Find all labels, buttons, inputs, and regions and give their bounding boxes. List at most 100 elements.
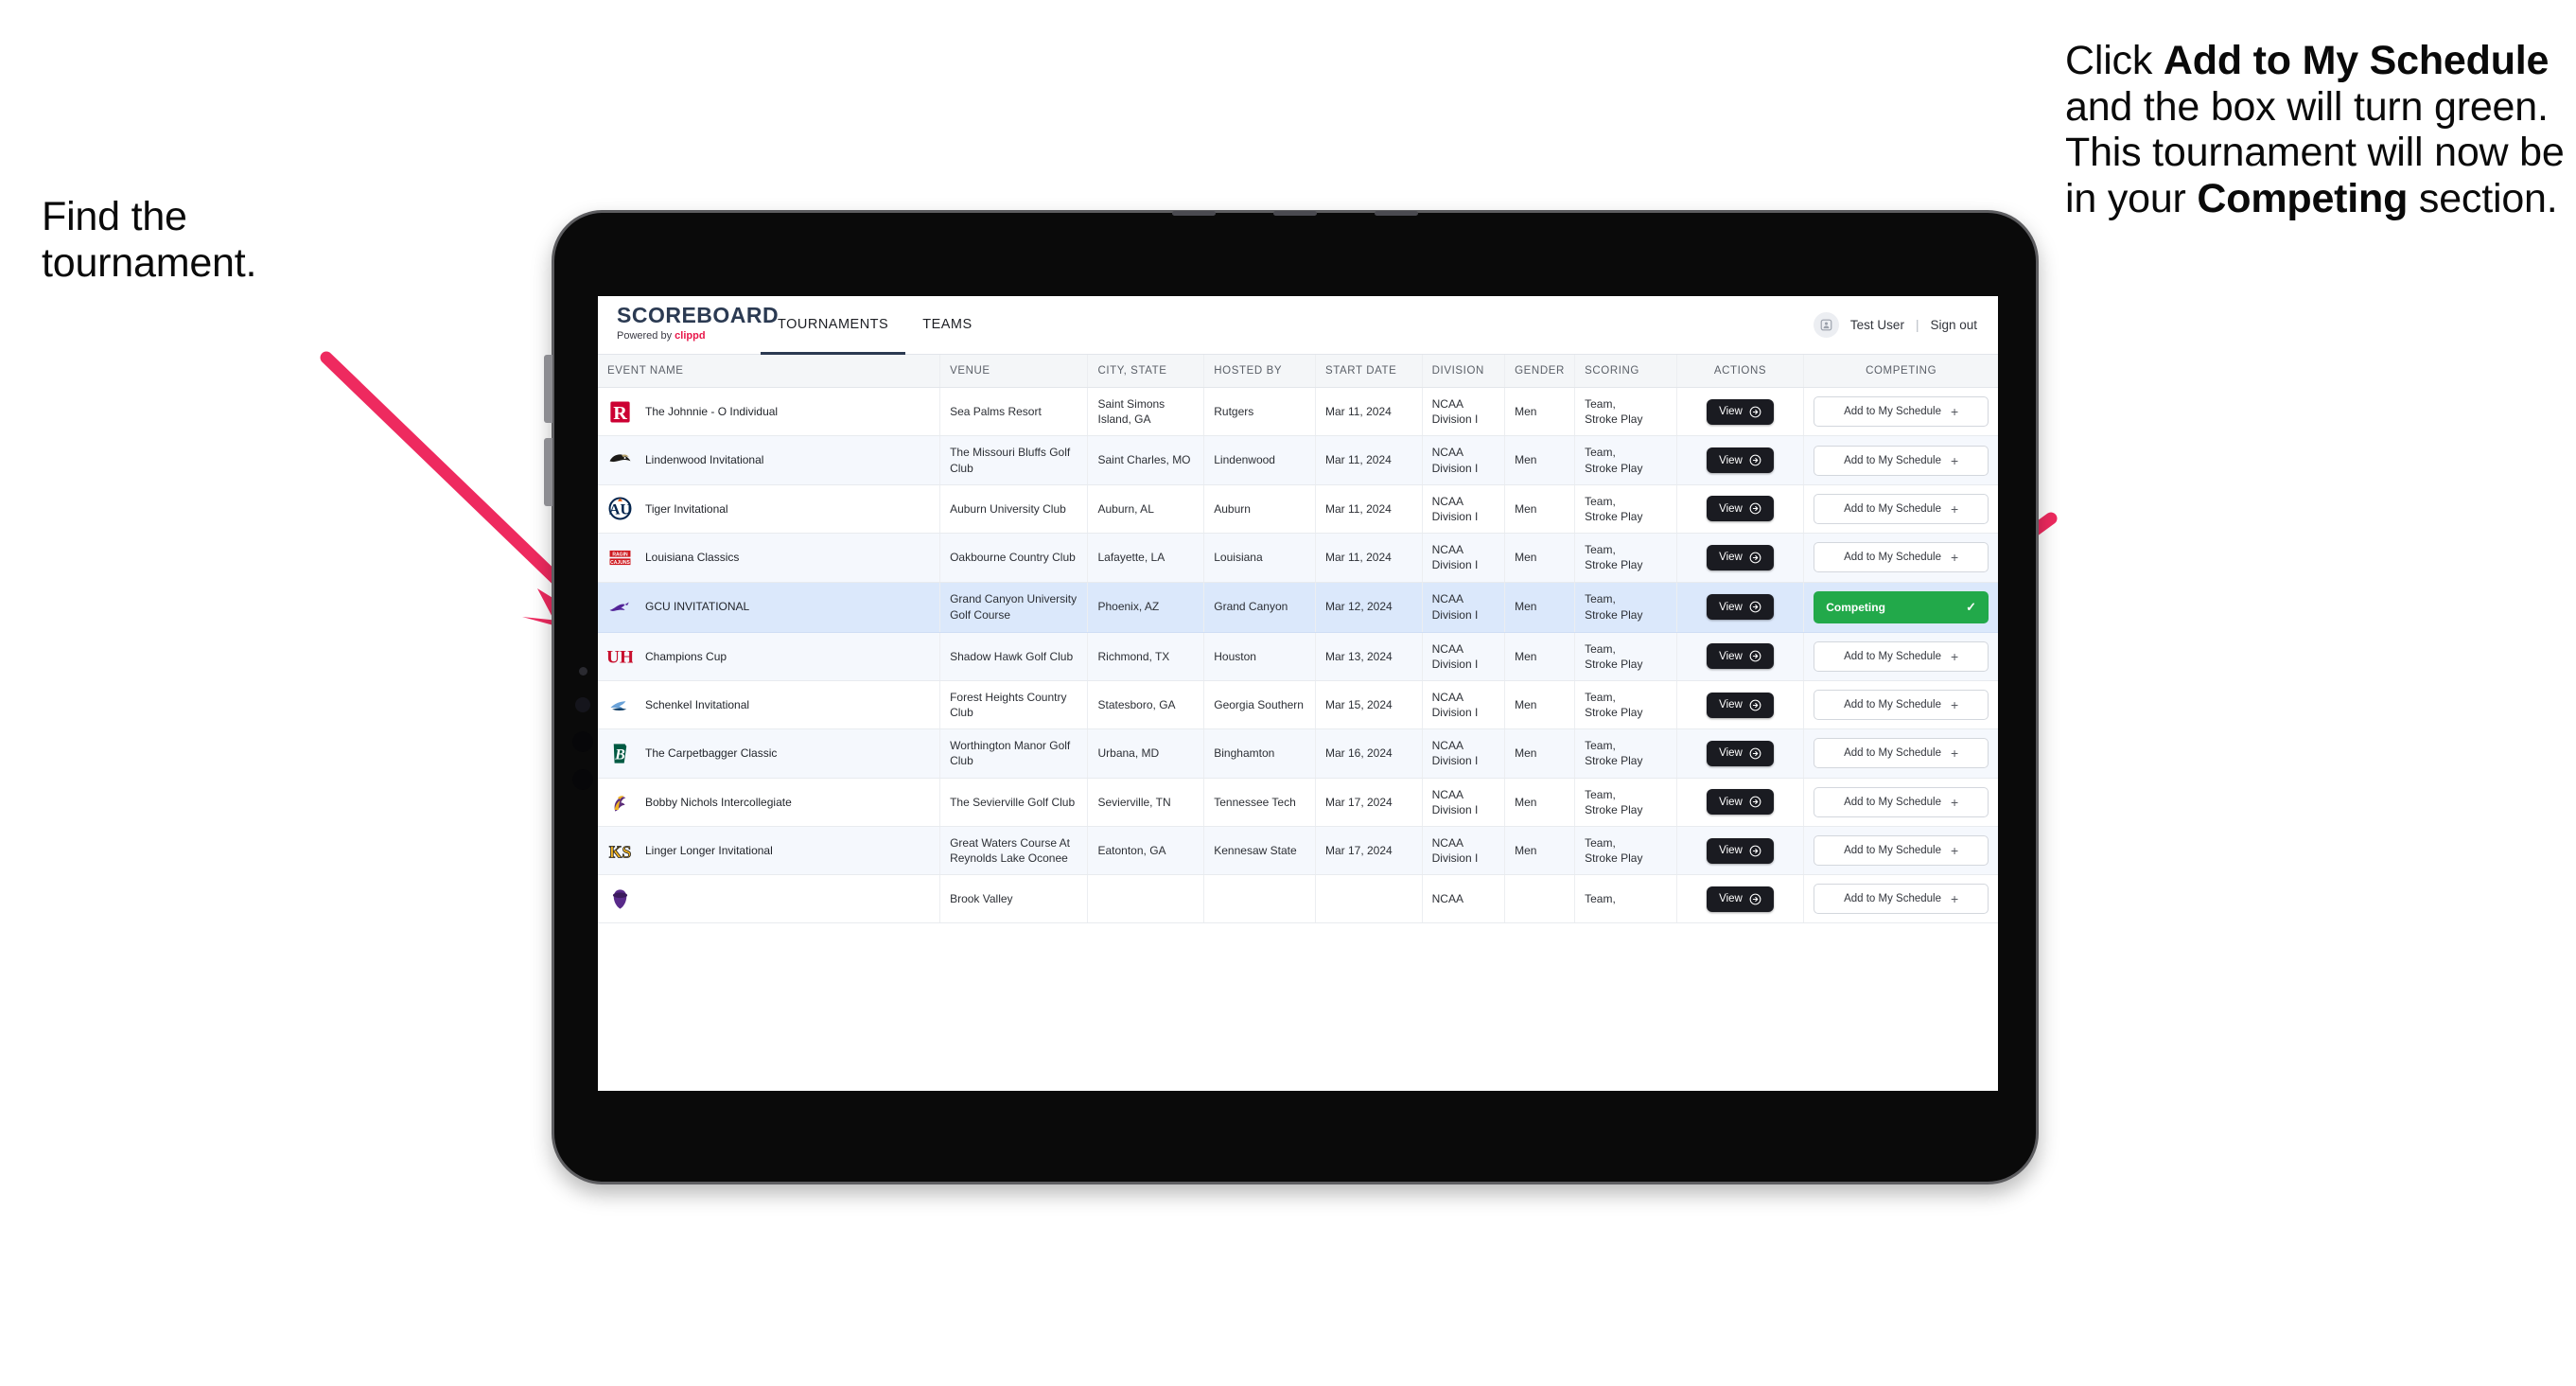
event-name-text: Tiger Invitational [645,501,728,516]
add-to-my-schedule-button[interactable]: Add to My Schedule + [1814,690,1989,721]
arrow-circle-right-icon [1749,406,1761,418]
tab-teams[interactable]: TEAMS [905,296,989,355]
arrow-circle-right-icon [1749,747,1761,760]
cell-start-date: Mar 11, 2024 [1315,484,1423,535]
cell-event-name: R The Johnnie - O Individual [598,387,941,437]
view-button[interactable]: View [1707,692,1774,718]
svg-text:RAGIN: RAGIN [612,552,628,557]
plus-icon: + [1950,891,1959,907]
table-row[interactable]: Brook Valley NCAA Team, View Add to My Sched… [598,874,1998,924]
tournaments-table-scroll[interactable]: EVENT NAME VENUE CITY, STATE HOSTED BY S… [598,355,1998,1091]
cell-venue: Forest Heights Country Club [939,680,1089,730]
cell-city-state: Eatonton, GA [1087,826,1205,876]
table-row[interactable]: Lindenwood Invitational The Missouri Bluf… [598,435,1998,485]
view-button[interactable]: View [1707,544,1774,570]
table-row[interactable]: Bobby Nichols Intercollegiate The Sevierv… [598,778,1998,828]
cell-start-date: Mar 16, 2024 [1315,728,1423,779]
sign-out-link[interactable]: Sign out [1930,318,1977,332]
cell-division: NCAA Division I [1422,387,1506,437]
table-row[interactable]: B The Carpetbagger Classic Worthington Man… [598,728,1998,779]
add-to-my-schedule-button[interactable]: Add to My Schedule + [1814,786,1989,817]
view-label: View [1719,845,1743,857]
view-label: View [1719,650,1743,662]
cell-scoring: Team, Stroke Play [1574,582,1677,633]
table-row[interactable]: R The Johnnie - O Individual Sea Palms Res… [598,387,1998,437]
add-to-my-schedule-button[interactable]: Add to My Schedule + [1814,493,1989,524]
plus-icon: + [1950,843,1959,859]
cell-competing: Add to My Schedule + [1803,680,1998,730]
cell-division: NCAA Division I [1422,582,1506,633]
view-button[interactable]: View [1707,789,1774,816]
col-city-state: CITY, STATE [1087,355,1205,388]
view-button[interactable]: View [1707,496,1774,522]
add-to-my-schedule-button[interactable]: Add to My Schedule + [1814,738,1989,769]
view-label: View [1719,747,1743,760]
cell-actions: View [1676,826,1805,876]
cell-start-date: Mar 17, 2024 [1315,826,1423,876]
table-header: EVENT NAME VENUE CITY, STATE HOSTED BY S… [598,355,1998,388]
table-row[interactable]: RAGIN CAJUNS Louisiana Classics Oakbourne C… [598,533,1998,583]
svg-text:CAJUNS: CAJUNS [610,560,630,566]
header-separator: | [1915,318,1919,332]
brand-title: SCOREBOARD [617,303,780,327]
cell-scoring: Team, Stroke Play [1574,778,1677,828]
cell-city-state [1087,874,1205,924]
plus-icon: + [1950,746,1959,762]
cell-venue: Sea Palms Resort [939,387,1089,437]
tablet-volume-down-button[interactable] [544,438,552,506]
competing-badge[interactable]: Competing ✓ [1814,590,1989,623]
view-button[interactable]: View [1707,594,1774,620]
svg-text:B: B [614,746,625,763]
rutgers-r-logo: R [607,399,633,425]
plus-icon: + [1950,550,1959,566]
view-button[interactable]: View [1707,643,1774,670]
view-button[interactable]: View [1707,447,1774,474]
cell-event-name: KS Linger Longer Invitational [598,826,941,876]
cell-actions: View [1676,728,1805,779]
arrow-circle-right-icon [1749,454,1761,466]
arrow-circle-right-icon [1749,503,1761,515]
add-to-my-schedule-button[interactable]: Add to My Schedule + [1814,445,1989,476]
table-row[interactable]: AU Tiger Invitational Auburn University Cl… [598,484,1998,535]
add-to-my-schedule-button[interactable]: Add to My Schedule + [1814,884,1989,915]
view-button[interactable]: View [1707,740,1774,766]
cell-competing: Add to My Schedule + [1803,826,1998,876]
table-row[interactable]: UH Champions Cup Shadow Hawk Golf Club Rich… [598,632,1998,681]
tablet-sensor-dot [579,667,587,675]
view-button[interactable]: View [1707,886,1774,912]
cell-competing: Add to My Schedule + [1803,484,1998,535]
cell-city-state: Sevierville, TN [1087,778,1205,828]
add-to-my-schedule-button[interactable]: Add to My Schedule + [1814,640,1989,672]
view-button[interactable]: View [1707,837,1774,864]
georgia-southern-eagles-logo [607,693,633,718]
annotation-add-to-schedule: Click Add to My Schedule and the box wil… [2065,38,2576,221]
event-name-text: Linger Longer Invitational [645,844,773,858]
tablet-volume-up-button[interactable] [544,355,552,423]
add-to-my-schedule-button[interactable]: Add to My Schedule + [1814,835,1989,867]
avatar[interactable] [1813,312,1839,338]
cell-gender [1504,874,1576,924]
tablet-lens-dot-2 [572,769,593,790]
view-button[interactable]: View [1707,398,1774,425]
binghamton-b-logo: B [607,741,633,766]
table-row[interactable]: Schenkel Invitational Forest Heights Coun… [598,680,1998,730]
arrow-circle-right-icon [1749,796,1761,808]
annotation-right-seg5: section. [2408,175,2558,221]
cell-event-name: RAGIN CAJUNS Louisiana Classics [598,533,941,583]
add-to-my-schedule-label: Add to My Schedule [1844,650,1941,662]
add-to-my-schedule-button[interactable]: Add to My Schedule + [1814,396,1989,428]
add-to-my-schedule-label: Add to My Schedule [1844,502,1941,515]
tab-tournaments[interactable]: TOURNAMENTS [761,296,906,355]
cell-actions: View [1676,484,1805,535]
add-to-my-schedule-button[interactable]: Add to My Schedule + [1814,542,1989,573]
cell-competing: Add to My Schedule + [1803,728,1998,779]
table-row[interactable]: KS Linger Longer Invitational Great Waters… [598,826,1998,876]
view-label: View [1719,406,1743,418]
cell-hosted-by: Binghamton [1203,728,1316,779]
app-header: SCOREBOARD Powered by clippd TOURNAMENTS… [598,296,1998,355]
cell-event-name: AU Tiger Invitational [598,484,941,535]
annotation-find-tournament: Find the tournament. [42,194,486,286]
cell-actions: View [1676,582,1805,633]
cell-event-name: Schenkel Invitational [598,680,941,730]
table-row[interactable]: GCU INVITATIONAL Grand Canyon University … [598,582,1998,633]
